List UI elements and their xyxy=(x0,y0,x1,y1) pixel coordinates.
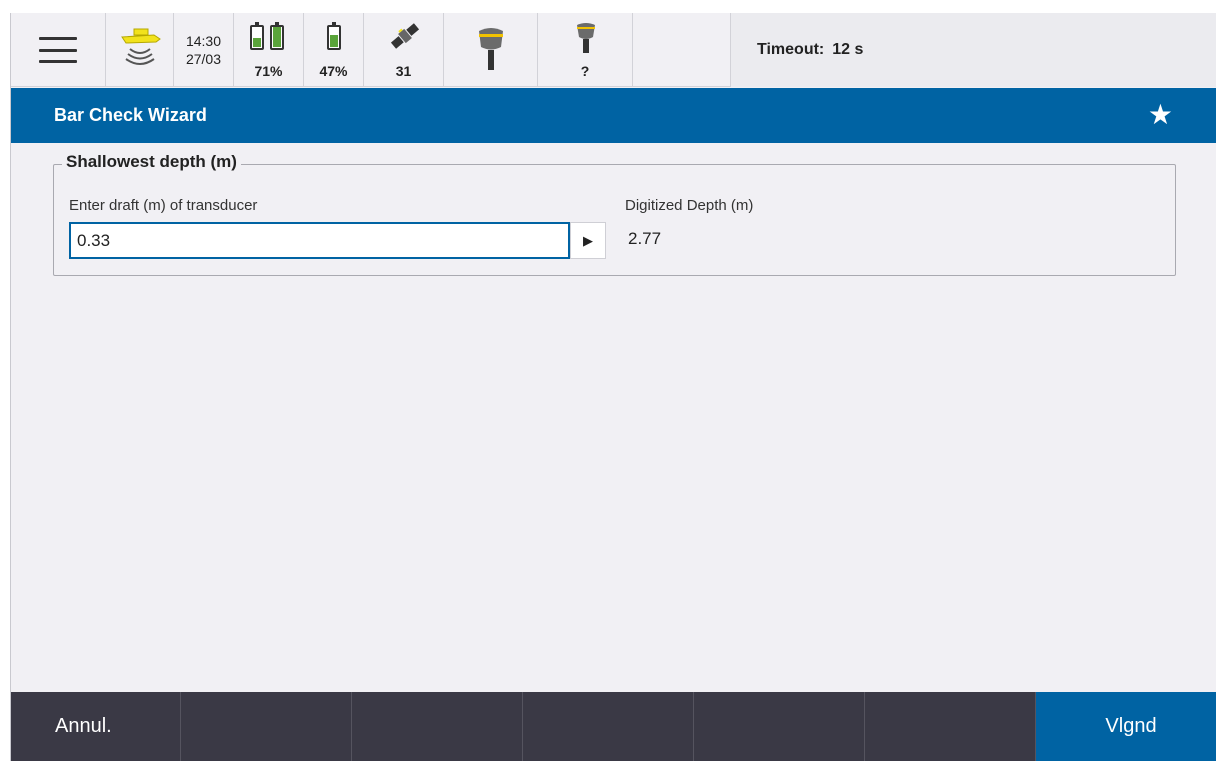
battery-1-percent: 71% xyxy=(254,63,283,79)
battery-icon xyxy=(270,22,284,50)
status-slot-empty xyxy=(633,13,731,87)
shallowest-depth-group: Shallowest depth (m) Enter draft (m) of … xyxy=(53,152,1176,276)
hamburger-menu-icon xyxy=(39,37,77,63)
battery-status-receiver[interactable]: 47% xyxy=(304,13,364,87)
group-title: Shallowest depth (m) xyxy=(62,152,241,172)
softkey-empty xyxy=(694,692,865,761)
play-arrow-icon: ▶ xyxy=(583,232,593,248)
draft-input[interactable] xyxy=(69,222,570,259)
app-window: 14:30 27/03 71% 47% 31 ? Timeout: 12 s B… xyxy=(10,13,1216,761)
timeout-label: Timeout: xyxy=(757,41,825,58)
next-label: Vlgnd xyxy=(1105,715,1157,737)
receiver-2-status[interactable]: ? xyxy=(538,13,633,87)
clock-time: 14:30 xyxy=(185,33,222,49)
bottom-bar: Annul. Vlgnd xyxy=(11,692,1216,761)
clock: 14:30 27/03 xyxy=(174,13,234,87)
satellite-icon xyxy=(390,23,420,49)
status-bar: 14:30 27/03 71% 47% 31 ? Timeout: 12 s xyxy=(11,13,1216,87)
battery-status-controller[interactable]: 71% xyxy=(234,13,304,87)
softkey-empty xyxy=(523,692,694,761)
cancel-button[interactable]: Annul. xyxy=(11,692,181,761)
star-icon[interactable]: ★ xyxy=(1148,101,1173,129)
page-title: Bar Check Wizard xyxy=(54,105,207,125)
battery-icon xyxy=(327,22,341,50)
title-bar: Bar Check Wizard ★ xyxy=(11,88,1216,143)
receiver-1-status[interactable] xyxy=(444,13,538,87)
timeout-status: Timeout: 12 s xyxy=(731,13,1216,87)
receiver-2-label: ? xyxy=(580,63,590,79)
battery-2-percent: 47% xyxy=(319,63,348,79)
draft-submit-button[interactable]: ▶ xyxy=(570,222,606,259)
digitized-depth-value: 2.77 xyxy=(628,229,662,248)
softkey-empty xyxy=(181,692,352,761)
menu-button[interactable] xyxy=(11,13,106,87)
battery-icon xyxy=(250,22,264,50)
echosounder-icon xyxy=(120,28,161,65)
digitized-depth-label: Digitized Depth (m) xyxy=(625,197,754,214)
next-button[interactable]: Vlgnd xyxy=(1036,692,1216,761)
satellite-status[interactable]: 31 xyxy=(364,13,444,87)
cancel-label: Annul. xyxy=(55,715,112,737)
satellite-count: 31 xyxy=(395,63,412,79)
clock-date: 27/03 xyxy=(185,51,222,67)
gnss-receiver-icon xyxy=(478,28,503,70)
softkey-empty xyxy=(352,692,523,761)
softkey-empty xyxy=(865,692,1036,761)
gnss-receiver-icon xyxy=(577,23,595,53)
draft-label: Enter draft (m) of transducer xyxy=(69,197,258,214)
timeout-value: 12 s xyxy=(832,41,864,58)
echosounder-status[interactable] xyxy=(106,13,174,87)
